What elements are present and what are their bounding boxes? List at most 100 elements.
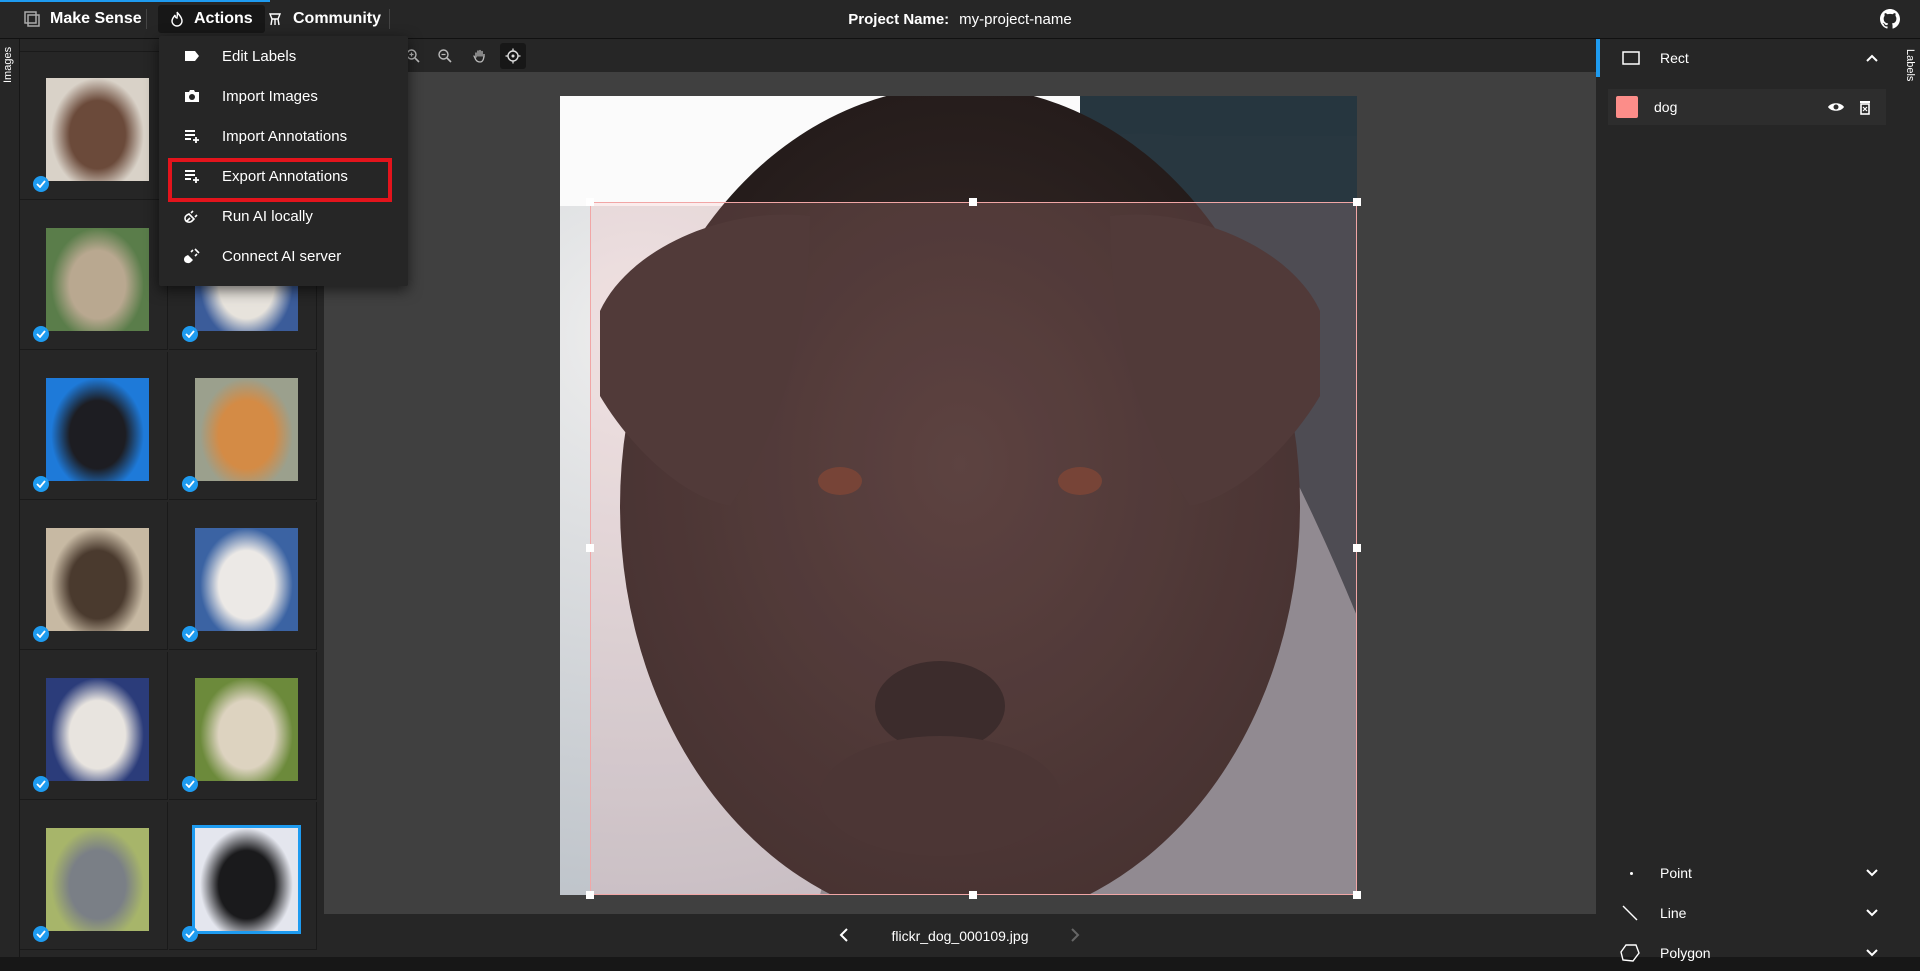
- label-row-dog[interactable]: dog: [1608, 89, 1886, 125]
- resize-handle[interactable]: [586, 891, 594, 899]
- project-name-label: Project Name:: [848, 10, 950, 28]
- resize-handle[interactable]: [586, 544, 594, 552]
- community-menu-button[interactable]: Community: [255, 5, 393, 33]
- thumbnail-cell[interactable]: [20, 652, 168, 800]
- thumbnail-cell[interactable]: [169, 802, 317, 950]
- images-side-tab[interactable]: Images: [0, 39, 19, 957]
- chevron-up-icon[interactable]: [1866, 54, 1878, 62]
- thumbnail-cell[interactable]: [20, 502, 168, 650]
- camera-icon: [183, 87, 201, 105]
- crosshair-icon[interactable]: [500, 43, 526, 69]
- image-filename: flickr_dog_000109.jpg: [891, 927, 1029, 944]
- flame-icon: [171, 11, 183, 27]
- polygon-icon: [1620, 944, 1640, 962]
- line-icon: [1622, 905, 1638, 921]
- thumbnail-image[interactable]: [195, 378, 298, 481]
- checkmark-icon: [33, 926, 49, 942]
- editor-toolbar: [324, 39, 1596, 72]
- rect-section-header[interactable]: Rect: [1596, 39, 1898, 77]
- chevron-down-icon[interactable]: [1866, 909, 1878, 917]
- next-image-icon[interactable]: [1066, 926, 1084, 944]
- line-label: Line: [1660, 905, 1687, 921]
- thumbnail-image[interactable]: [192, 825, 301, 934]
- community-icon: [268, 13, 282, 26]
- checkmark-icon: [33, 476, 49, 492]
- images-tab-label: Images: [2, 46, 14, 83]
- thumbnail-cell[interactable]: [20, 52, 168, 200]
- active-accent: [1596, 39, 1600, 77]
- label-color-swatch[interactable]: [1616, 96, 1638, 118]
- project-name-input[interactable]: my-project-name: [959, 11, 1072, 28]
- thumbnail-image[interactable]: [46, 678, 149, 781]
- thumbnail-image[interactable]: [195, 678, 298, 781]
- thumbnail-cell[interactable]: [20, 802, 168, 950]
- menu-item-import-annotations[interactable]: Import Annotations: [159, 116, 408, 156]
- brand[interactable]: Make Sense: [24, 0, 142, 38]
- thumbnail-cell[interactable]: [169, 652, 317, 800]
- menu-item-connect-ai-server[interactable]: Connect AI server: [159, 236, 408, 276]
- point-tool-row[interactable]: Point: [1596, 855, 1898, 891]
- thumbnail-image[interactable]: [46, 378, 149, 481]
- resize-handle[interactable]: [1353, 544, 1361, 552]
- checkmark-icon: [182, 776, 198, 792]
- thumbnail-cell[interactable]: [169, 502, 317, 650]
- chevron-down-icon[interactable]: [1866, 869, 1878, 877]
- rect-icon: [1622, 51, 1640, 65]
- labels-side-tab[interactable]: Labels: [1898, 39, 1920, 957]
- checkmark-icon: [182, 476, 198, 492]
- point-icon: [1630, 871, 1633, 875]
- import-list-icon: [183, 127, 201, 145]
- thumbnail-cell[interactable]: [20, 202, 168, 350]
- checkmark-icon: [182, 926, 198, 942]
- thumbnail-image[interactable]: [46, 528, 149, 631]
- line-tool-row[interactable]: Line: [1596, 895, 1898, 931]
- thumbnail-image[interactable]: [46, 828, 149, 931]
- checkmark-icon: [182, 326, 198, 342]
- label-name: dog: [1654, 99, 1678, 115]
- polygon-label: Polygon: [1660, 945, 1711, 961]
- actions-menu-button[interactable]: Actions: [158, 5, 265, 33]
- resize-handle[interactable]: [586, 198, 594, 206]
- menu-item-import-images[interactable]: Import Images: [159, 76, 408, 116]
- thumbnail-image[interactable]: [46, 78, 149, 181]
- resize-handle[interactable]: [969, 891, 977, 899]
- checkmark-icon: [182, 626, 198, 642]
- resize-handle[interactable]: [1353, 198, 1361, 206]
- plug-icon: [183, 207, 201, 225]
- label-tag-icon: [183, 47, 201, 65]
- community-label: Community: [293, 10, 381, 27]
- divider: [389, 9, 390, 29]
- previous-image-icon[interactable]: [835, 926, 853, 944]
- delete-icon[interactable]: [1859, 99, 1871, 115]
- brand-name: Make Sense: [50, 10, 142, 27]
- rect-header-label: Rect: [1660, 50, 1689, 66]
- point-label: Point: [1660, 865, 1692, 881]
- bounding-box-dog[interactable]: [590, 202, 1357, 895]
- checkmark-icon: [33, 776, 49, 792]
- thumbnail-cell[interactable]: [20, 352, 168, 500]
- thumbnail-image[interactable]: [195, 528, 298, 631]
- resize-handle[interactable]: [1353, 891, 1361, 899]
- eye-icon[interactable]: [1827, 101, 1845, 113]
- checkmark-icon: [33, 326, 49, 342]
- export-annotations-highlight: [168, 158, 392, 202]
- thumbnail-image[interactable]: [46, 228, 149, 331]
- image-navigation-bar: flickr_dog_000109.jpg: [324, 914, 1596, 957]
- checkmark-icon: [33, 176, 49, 192]
- top-navigation-bar: Make Sense Actions Community Project Nam…: [0, 0, 1920, 39]
- resize-handle[interactable]: [969, 198, 977, 206]
- logo-icon: [24, 11, 40, 27]
- thumbnail-cell[interactable]: [169, 352, 317, 500]
- labels-tab-label: Labels: [1904, 49, 1916, 82]
- menu-item-edit-labels[interactable]: Edit Labels: [159, 36, 408, 76]
- polygon-tool-row[interactable]: Polygon: [1596, 935, 1898, 971]
- hand-pan-icon[interactable]: [467, 43, 493, 69]
- divider: [146, 9, 147, 29]
- chevron-down-icon[interactable]: [1866, 949, 1878, 957]
- plug-server-icon: [183, 247, 201, 265]
- github-icon[interactable]: [1880, 9, 1900, 29]
- actions-label: Actions: [194, 10, 253, 27]
- menu-item-run-ai-locally[interactable]: Run AI locally: [159, 196, 408, 236]
- zoom-out-icon[interactable]: [432, 43, 458, 69]
- checkmark-icon: [33, 626, 49, 642]
